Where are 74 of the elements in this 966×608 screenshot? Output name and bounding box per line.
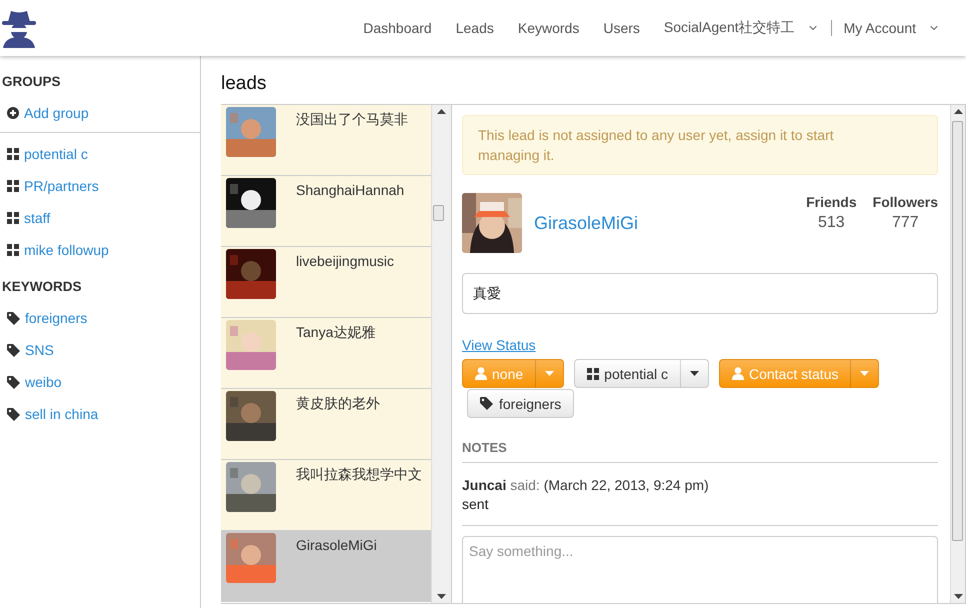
down-arrow-icon — [437, 594, 446, 599]
group-link[interactable]: potential c — [0, 138, 200, 170]
up-arrow-icon — [437, 109, 446, 114]
group-link[interactable]: PR/partners — [0, 170, 200, 202]
lead-name: livebeijingmusic — [296, 253, 394, 269]
keyword-link[interactable]: weibo — [0, 366, 200, 398]
lead-name: 我叫拉森我想学中文 — [296, 466, 422, 484]
stat-value: 777 — [892, 214, 919, 232]
note-meta: Juncai said: (March 22, 2013, 9:24 pm) — [462, 476, 710, 495]
nav-link[interactable]: Leads — [444, 20, 506, 36]
lead-item[interactable]: livebeijingmusic — [221, 247, 431, 318]
tag-icon — [7, 344, 20, 356]
tag-icon — [480, 397, 493, 410]
dropdown-toggle[interactable] — [850, 359, 880, 388]
grid-icon — [587, 368, 600, 380]
group-link[interactable]: mike followup — [0, 234, 200, 266]
tag-icon — [7, 376, 20, 388]
tag-button[interactable]: foreigners — [467, 389, 574, 418]
lead-name: 没国出了个马莫非 — [296, 111, 408, 129]
spy-logo-icon[interactable] — [0, 8, 38, 48]
lead-item[interactable]: 我叫拉森我想学中文 — [221, 460, 431, 531]
tag-icon — [7, 408, 20, 420]
keyword-link[interactable]: SNS — [0, 334, 200, 366]
caret-icon — [545, 371, 554, 376]
caret-icon — [860, 371, 870, 376]
stat-label: Friends — [806, 194, 857, 210]
keyword-link[interactable]: sell in china — [0, 398, 200, 430]
user-icon — [475, 367, 487, 380]
lead-item[interactable]: GirasoleMiGi — [221, 531, 431, 602]
nav-link[interactable]: Keywords — [506, 20, 592, 36]
lead-item[interactable]: ShanghaiHannah — [221, 176, 431, 247]
down-arrow-icon — [954, 594, 962, 599]
keyword-link[interactable]: foreigners — [0, 302, 200, 334]
nav-link[interactable]: SocialAgent社交特工 — [652, 19, 831, 37]
stat-label: Followers — [872, 194, 938, 210]
caret-icon — [690, 371, 699, 376]
lead-name: 黄皮肤的老外 — [296, 395, 380, 413]
section-heading: GROUPS — [1, 74, 62, 89]
group-link[interactable]: staff — [0, 202, 200, 234]
dropdown-toggle[interactable] — [535, 359, 564, 388]
scroll-thumb[interactable] — [433, 205, 444, 221]
lead-name: Tanya达妮雅 — [296, 324, 376, 342]
note-text: sent — [462, 495, 490, 514]
tag-icon — [7, 312, 20, 324]
page-title: leads — [221, 72, 268, 96]
section-heading: KEYWORDS — [1, 279, 83, 294]
nav-link[interactable]: Dashboard — [351, 20, 444, 36]
dropdown-toggle[interactable] — [680, 359, 709, 388]
alert-message: This lead is not assigned to any user yet, assign it to start managing it. — [462, 115, 938, 175]
grid-icon — [7, 148, 19, 160]
user-icon — [732, 367, 744, 380]
view-status-link[interactable]: View Status — [462, 337, 536, 353]
notes-heading: NOTES — [462, 440, 938, 463]
lead-name: ShanghaiHannah — [296, 182, 404, 198]
bio-text: 真愛 — [462, 273, 938, 314]
grid-icon — [7, 244, 19, 256]
nav-link[interactable]: Users — [591, 20, 652, 36]
scrollbar[interactable] — [431, 105, 452, 603]
lead-name: GirasoleMiGi — [296, 537, 377, 553]
scroll-thumb[interactable] — [952, 121, 963, 541]
lead-item[interactable]: 没国出了个马莫非 — [221, 105, 431, 176]
nav-link[interactable]: My Account — [832, 20, 952, 36]
add-group-link[interactable]: Add group — [0, 97, 200, 129]
scrollbar[interactable] — [950, 105, 966, 603]
up-arrow-icon — [954, 109, 962, 114]
dropdown-button[interactable]: potential c — [574, 359, 681, 388]
grid-icon — [7, 180, 19, 192]
plus-icon — [7, 107, 19, 119]
comment-field[interactable]: Say something... — [462, 536, 938, 603]
lead-item[interactable]: 黄皮肤的老外 — [221, 389, 431, 460]
profile-name-link[interactable]: GirasoleMiGi — [534, 212, 806, 234]
stat-value: 513 — [818, 214, 845, 232]
lead-item[interactable]: Tanya达妮雅 — [221, 318, 431, 389]
grid-icon — [7, 212, 19, 224]
